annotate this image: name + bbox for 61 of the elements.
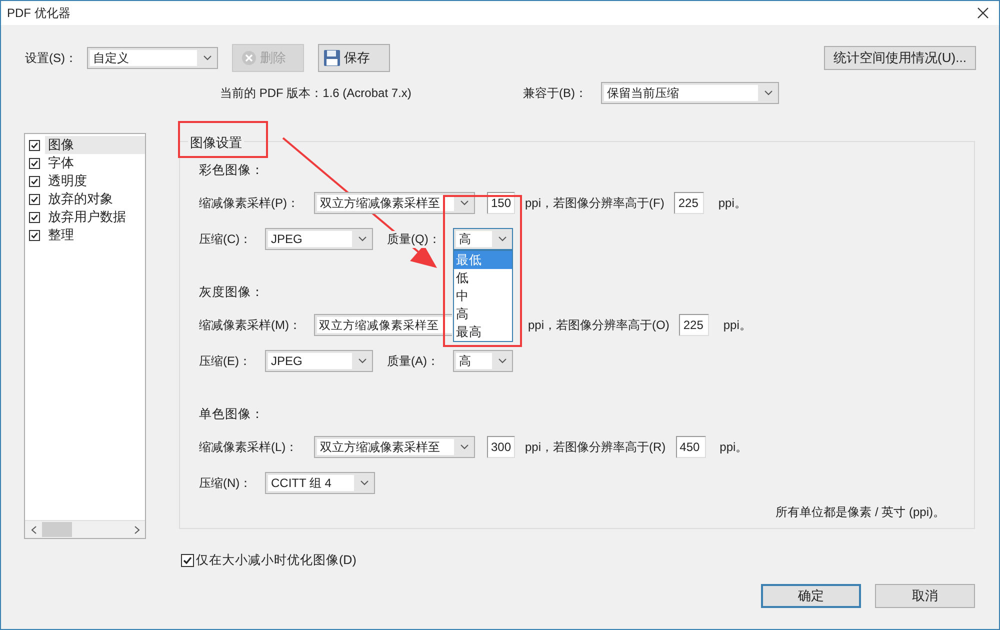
group-title: 图像设置 bbox=[188, 134, 244, 152]
resolution-field[interactable]: 300 bbox=[487, 436, 515, 458]
caret-icon bbox=[764, 90, 772, 96]
close-circle-icon bbox=[241, 50, 257, 66]
caret-icon bbox=[460, 444, 468, 450]
checkbox[interactable] bbox=[29, 176, 40, 186]
quality-select[interactable]: 高 bbox=[453, 228, 513, 250]
dropdown-option[interactable]: 低 bbox=[454, 269, 512, 287]
caret-icon bbox=[498, 358, 506, 364]
caret-icon bbox=[358, 358, 366, 364]
checkbox-label[interactable]: 仅在大小减小时优化图像(D) bbox=[196, 552, 356, 568]
list-item[interactable]: 放弃用户数据 bbox=[45, 208, 145, 226]
section-title: 灰度图像： bbox=[199, 284, 264, 300]
dropdown-option[interactable]: 最高 bbox=[454, 323, 512, 341]
compression-select[interactable]: JPEG bbox=[265, 228, 373, 250]
caret-icon bbox=[202, 55, 212, 61]
threshold-field[interactable]: 225 bbox=[674, 192, 704, 214]
caret-icon bbox=[360, 480, 368, 486]
checkbox[interactable] bbox=[29, 194, 40, 204]
downsample-select[interactable]: 双立方缩减像素采样至 bbox=[314, 314, 452, 336]
field-label: ppi，若图像分辨率高于(F) bbox=[525, 194, 664, 212]
resolution-field[interactable]: 150 bbox=[487, 192, 515, 214]
units-note: 所有单位都是像素 / 英寸 (ppi)。 bbox=[776, 504, 945, 521]
settings-select[interactable]: 自定义 bbox=[87, 47, 218, 69]
compression-select[interactable]: CCITT 组 4 bbox=[265, 472, 375, 494]
dropdown-option[interactable]: 中 bbox=[454, 287, 512, 305]
list-item[interactable]: 整理 bbox=[45, 226, 145, 244]
section-title: 单色图像： bbox=[199, 406, 264, 422]
stats-button[interactable]: 统计空间使用情况(U)... bbox=[824, 46, 976, 70]
threshold-field[interactable]: 225 bbox=[679, 314, 710, 336]
caret-icon bbox=[498, 236, 506, 242]
save-button[interactable]: 保存 bbox=[318, 44, 390, 72]
caret-icon bbox=[358, 236, 366, 242]
checkbox[interactable] bbox=[29, 230, 40, 240]
compat-select[interactable]: 保留当前压缩 bbox=[601, 82, 779, 104]
checkbox[interactable] bbox=[29, 158, 40, 168]
dropdown-option[interactable]: 高 bbox=[454, 305, 512, 323]
compression-select[interactable]: JPEG bbox=[265, 350, 373, 372]
quality-select[interactable]: 高 bbox=[453, 350, 513, 372]
close-icon[interactable] bbox=[977, 7, 989, 19]
list-item[interactable]: 放弃的对象 bbox=[45, 190, 145, 208]
dialog-button[interactable]: 取消 bbox=[875, 584, 975, 608]
downsample-select[interactable]: 双立方缩减像素采样至 bbox=[314, 436, 475, 458]
list-item[interactable]: 图像 bbox=[45, 136, 145, 154]
list-item[interactable]: 透明度 bbox=[45, 172, 145, 190]
field-label: 设置(S)： bbox=[25, 50, 78, 66]
window-title: PDF 优化器 bbox=[7, 4, 70, 22]
checkbox[interactable] bbox=[181, 554, 194, 566]
field-label: 兼容于(B)： bbox=[523, 84, 588, 102]
caret-icon bbox=[460, 200, 468, 206]
threshold-field[interactable]: 450 bbox=[676, 436, 706, 458]
checkbox[interactable] bbox=[29, 140, 40, 150]
section-title: 彩色图像： bbox=[199, 162, 264, 178]
checkbox[interactable] bbox=[29, 212, 40, 222]
downsample-select[interactable]: 双立方缩减像素采样至 bbox=[314, 192, 475, 214]
field-label: ppi，若图像分辨率高于(R) bbox=[525, 438, 666, 456]
field-label: ppi，若图像分辨率高于(O) bbox=[528, 316, 670, 334]
scrollbar-thumb[interactable] bbox=[42, 522, 72, 537]
dialog-button[interactable]: 确定 bbox=[761, 584, 861, 608]
list-item[interactable]: 字体 bbox=[45, 154, 145, 172]
version-text: 当前的 PDF 版本：1.6 (Acrobat 7.x) bbox=[220, 84, 412, 102]
